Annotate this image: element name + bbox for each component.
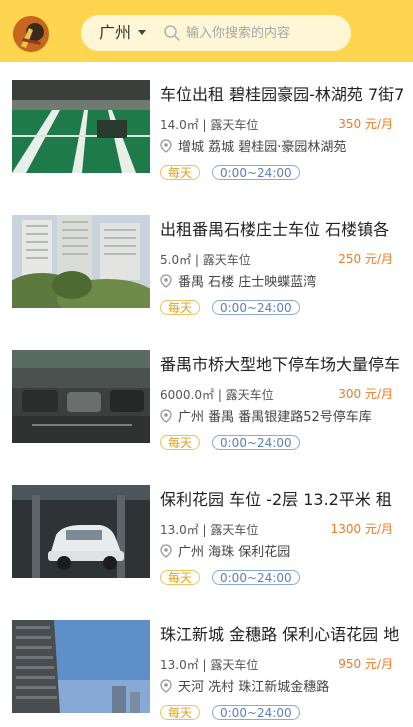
availability-day-tag: 每天 [160, 570, 201, 585]
availability-time-tag: 0:00~24:00 [212, 300, 300, 315]
list-item[interactable]: 出租番禺石楼庄士车位 石楼镇各 5.0㎡ | 露天车位 250 元/月 番禺 石… [0, 197, 413, 332]
listing-photo [12, 215, 150, 308]
location-pin-icon [160, 409, 172, 423]
listing-location: 广州 番禺 番禺银建路52号停车库 [160, 409, 372, 427]
location-text: 番禺 石楼 庄士映蝶蓝湾 [178, 275, 317, 290]
listing-photo [12, 350, 150, 443]
listing-type: 露天车位 [225, 388, 274, 402]
listing-area: 13.0㎡ [160, 523, 199, 537]
listing-type: 露天车位 [210, 523, 259, 537]
search-bar: 广州 [81, 15, 351, 51]
listing-type: 露天车位 [210, 658, 259, 672]
listing-title: 保利花园 车位 -2层 13.2平米 租 [160, 490, 392, 509]
location-text: 广州 海珠 保利花园 [178, 545, 291, 560]
search-icon [164, 25, 180, 41]
availability-time-tag: 0:00~24:00 [212, 705, 300, 720]
listing-meta: 14.0㎡ | 露天车位 [160, 118, 259, 132]
list-item[interactable]: 保利花园 车位 -2层 13.2平米 租 13.0㎡ | 露天车位 1300 元… [0, 467, 413, 602]
listing-meta: 6000.0㎡ | 露天车位 [160, 388, 274, 402]
listing-type: 露天车位 [210, 118, 259, 132]
listing-meta: 13.0㎡ | 露天车位 [160, 658, 259, 672]
top-bar: 广州 [0, 0, 413, 62]
location-text: 增城 荔城 碧桂园·豪园林湖苑 [178, 140, 347, 155]
listing-price: 250 元/月 [338, 252, 393, 266]
list-item[interactable]: 珠江新城 金穗路 保利心语花园 地 13.0㎡ | 露天车位 950 元/月 天… [0, 602, 413, 727]
list-item[interactable]: 车位出租 碧桂园豪园-林湖苑 7街7 14.0㎡ | 露天车位 350 元/月 … [0, 62, 413, 197]
listing-price: 950 元/月 [338, 657, 393, 671]
location-text: 天河 冼村 珠江新城金穗路 [178, 680, 330, 695]
listing-meta: 13.0㎡ | 露天车位 [160, 523, 259, 537]
listing-meta: 5.0㎡ | 露天车位 [160, 253, 251, 267]
listing-price: 1300 元/月 [330, 522, 393, 536]
availability-time-tag: 0:00~24:00 [212, 570, 300, 585]
listing-area: 13.0㎡ [160, 658, 199, 672]
listing-title: 珠江新城 金穗路 保利心语花园 地 [160, 625, 400, 644]
listing-list: 车位出租 碧桂园豪园-林湖苑 7街7 14.0㎡ | 露天车位 350 元/月 … [0, 62, 413, 727]
availability-time-tag: 0:00~24:00 [212, 435, 300, 450]
listing-location: 增城 荔城 碧桂园·豪园林湖苑 [160, 139, 346, 157]
listing-area: 5.0㎡ [160, 253, 192, 267]
location-pin-icon [160, 544, 172, 558]
listing-title: 番禺市桥大型地下停车场大量停车 [160, 355, 401, 374]
listing-title: 出租番禺石楼庄士车位 石楼镇各 [160, 220, 390, 239]
listing-location: 广州 海珠 保利花园 [160, 544, 290, 562]
listing-location: 天河 冼村 珠江新城金穗路 [160, 679, 329, 697]
location-pin-icon [160, 274, 172, 288]
listing-photo [12, 80, 150, 173]
listing-price: 300 元/月 [338, 387, 393, 401]
availability-day-tag: 每天 [160, 165, 201, 180]
listing-photo [12, 620, 150, 713]
listing-title: 车位出租 碧桂园豪园-林湖苑 7街7 [160, 85, 405, 104]
search-input[interactable] [186, 15, 336, 51]
location-pin-icon [160, 679, 172, 693]
listing-type: 露天车位 [202, 253, 251, 267]
availability-time-tag: 0:00~24:00 [212, 165, 300, 180]
listing-photo [12, 485, 150, 578]
listing-price: 350 元/月 [338, 117, 393, 131]
availability-day-tag: 每天 [160, 435, 201, 450]
list-item[interactable]: 番禺市桥大型地下停车场大量停车 6000.0㎡ | 露天车位 300 元/月 广… [0, 332, 413, 467]
availability-day-tag: 每天 [160, 300, 201, 315]
avatar[interactable] [13, 16, 49, 52]
listing-location: 番禺 石楼 庄士映蝶蓝湾 [160, 274, 316, 292]
availability-day-tag: 每天 [160, 705, 201, 720]
city-selector[interactable]: 广州 [99, 15, 131, 51]
listing-area: 14.0㎡ [160, 118, 199, 132]
chevron-down-icon[interactable] [138, 30, 146, 35]
location-pin-icon [160, 139, 172, 153]
listing-area: 6000.0㎡ [160, 388, 214, 402]
location-text: 广州 番禺 番禺银建路52号停车库 [178, 410, 372, 425]
